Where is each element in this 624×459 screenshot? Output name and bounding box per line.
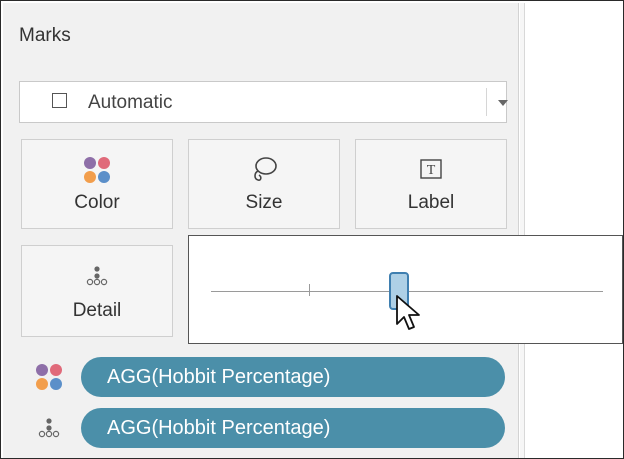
slider-tick (309, 284, 310, 296)
label-card-label: Label (407, 192, 455, 213)
marks-panel: Marks Automatic Color Size T Label Detai… (3, 3, 519, 458)
panel-divider[interactable] (520, 3, 525, 458)
color-card[interactable]: Color (21, 139, 173, 229)
color-dots-icon (84, 157, 110, 183)
detail-dots-icon (38, 418, 60, 438)
detail-card[interactable]: Detail (21, 245, 173, 337)
field-pill-color[interactable]: AGG(Hobbit Percentage) (81, 357, 505, 397)
label-T-icon: T (420, 159, 442, 179)
field-pill-detail[interactable]: AGG(Hobbit Percentage) (81, 408, 505, 448)
mark-type-value: Automatic (88, 92, 173, 113)
size-card[interactable]: Size (188, 139, 340, 229)
mark-type-square-icon (52, 93, 67, 108)
color-card-label: Color (74, 192, 120, 213)
field-row-detail: AGG(Hobbit Percentage) (21, 408, 521, 448)
size-card-label: Size (245, 192, 283, 213)
label-card[interactable]: T Label (355, 139, 507, 229)
detail-card-label: Detail (72, 300, 122, 321)
field-row-color: AGG(Hobbit Percentage) (21, 357, 521, 397)
mark-type-dropdown[interactable]: Automatic (19, 81, 508, 123)
detail-dots-icon (86, 266, 108, 286)
mouse-pointer-icon (396, 295, 421, 330)
size-lasso-icon (254, 157, 277, 181)
svg-text:T: T (427, 163, 436, 178)
color-dots-icon (36, 364, 62, 390)
marks-card-window: Marks Automatic Color Size T Label Detai… (0, 0, 624, 459)
size-slider-popup (188, 235, 623, 344)
dropdown-separator (486, 88, 487, 116)
chevron-down-icon[interactable] (498, 100, 508, 106)
marks-title: Marks (19, 25, 71, 46)
